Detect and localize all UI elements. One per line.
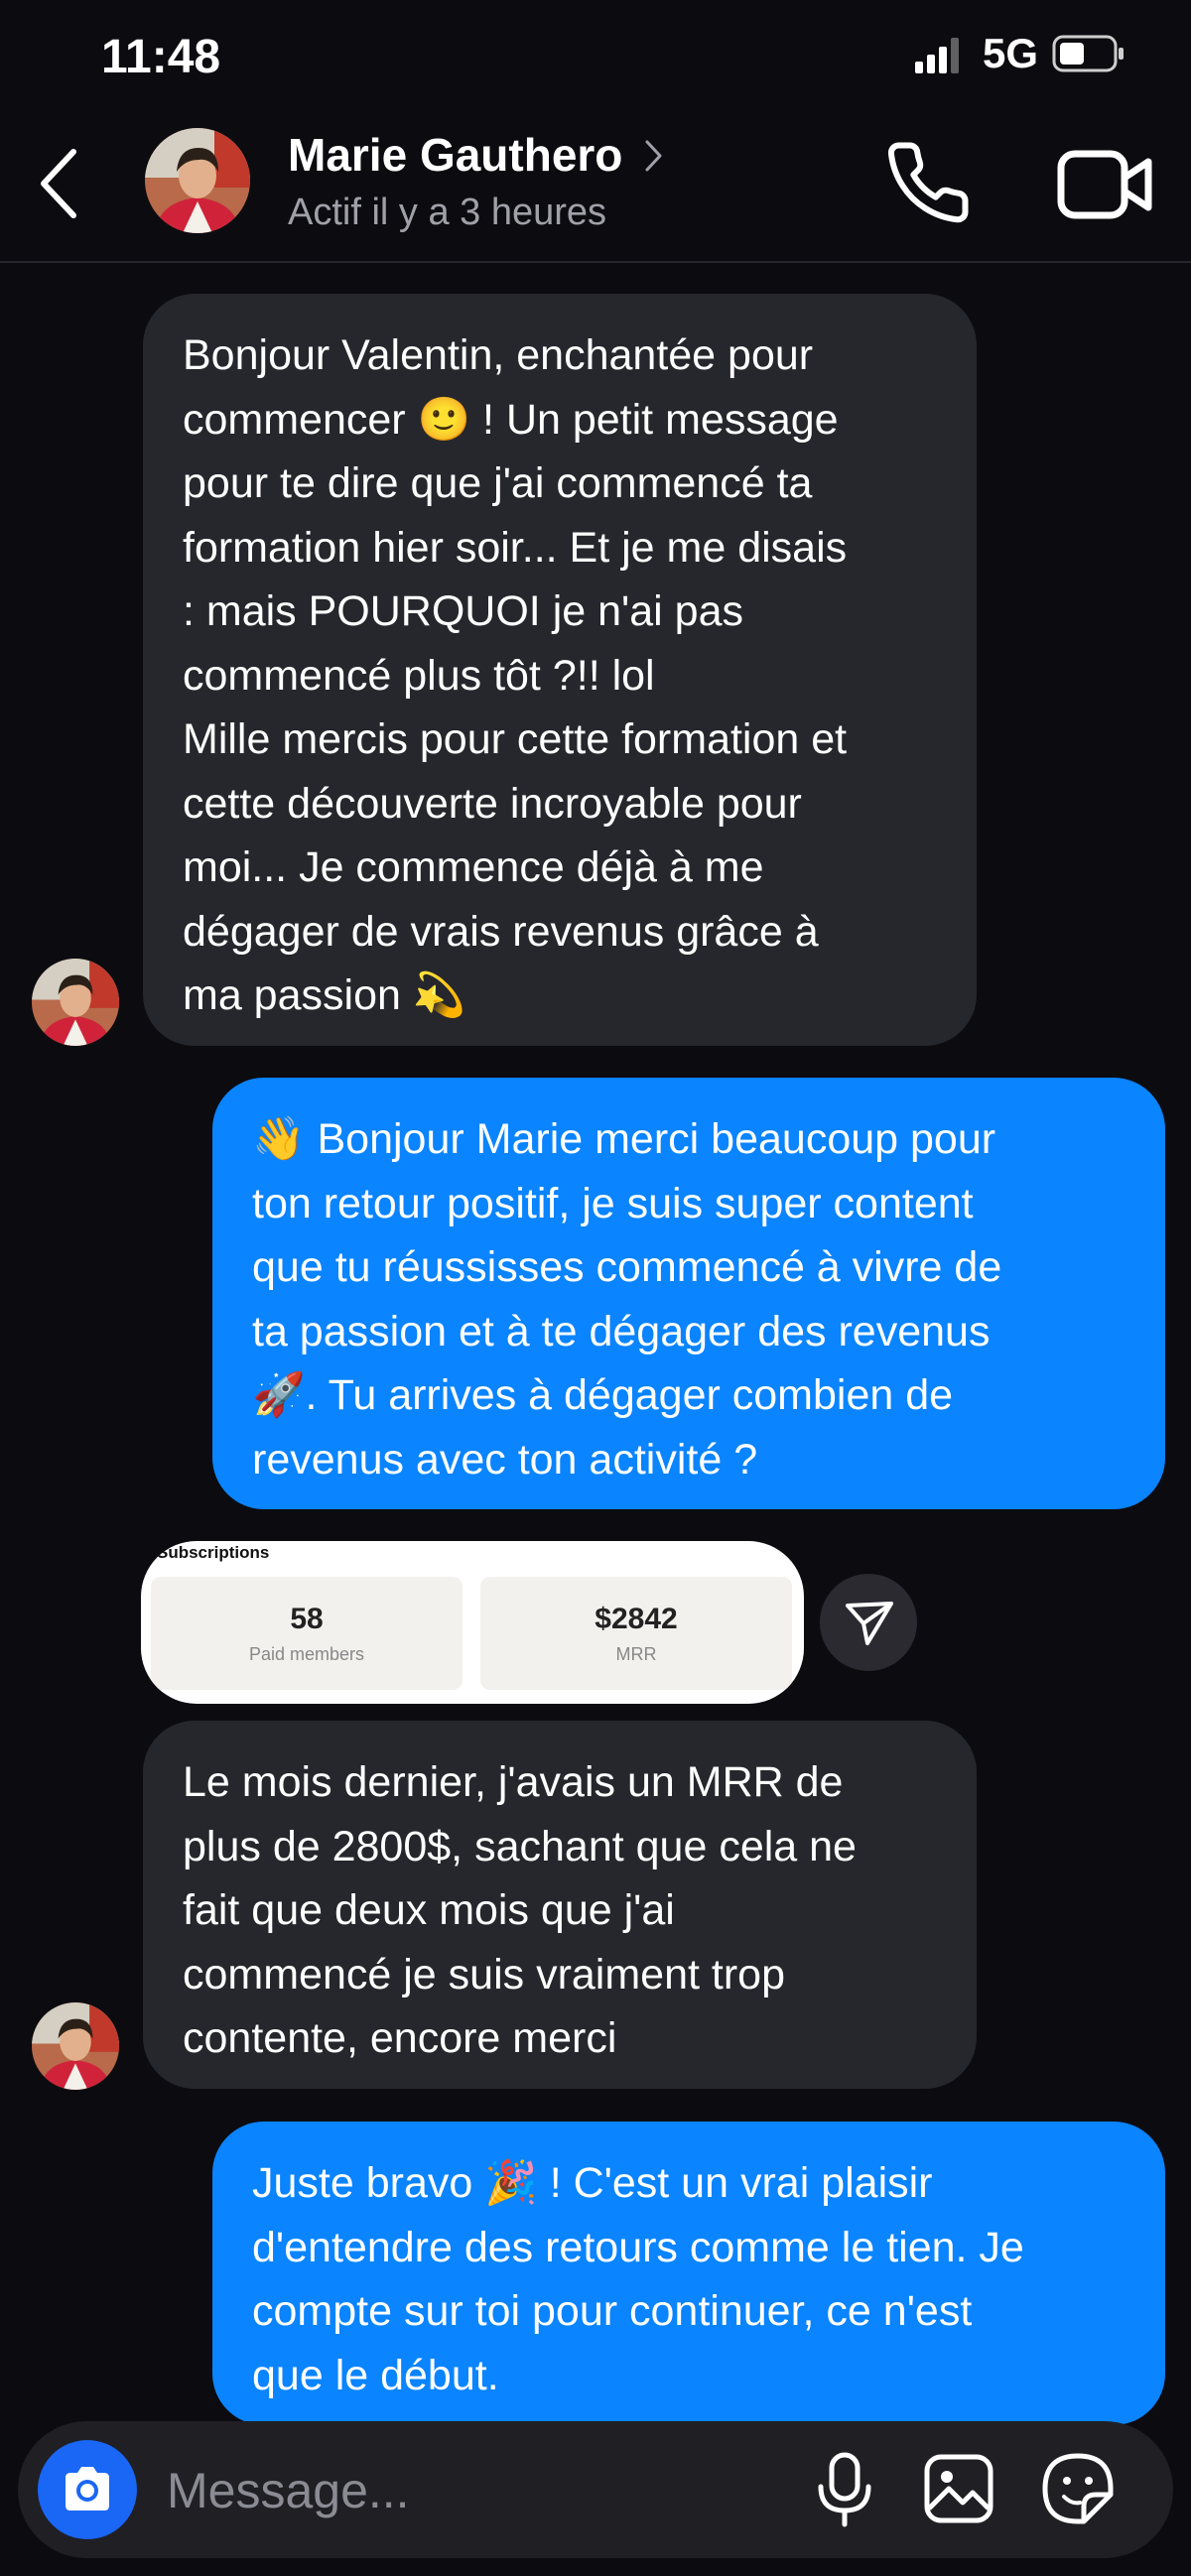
image-gallery-icon[interactable] [923, 2453, 994, 2524]
message-composer [18, 2421, 1173, 2558]
stat-paid-members: 58 Paid members [151, 1577, 463, 1690]
outgoing-message[interactable]: Juste bravo 🎉 ! C'est un vrai plaisir d'… [212, 2122, 1165, 2425]
incoming-message[interactable]: Le mois dernier, j'avais un MRR de plus … [143, 1721, 977, 2089]
sender-avatar[interactable] [32, 2002, 119, 2090]
send-icon[interactable] [820, 1574, 917, 1671]
signal-icon [915, 38, 963, 73]
sender-avatar[interactable] [32, 959, 119, 1046]
chevron-right-icon[interactable] [643, 138, 665, 174]
stat-value: $2842 [595, 1603, 678, 1635]
microphone-icon[interactable] [812, 2451, 877, 2530]
stat-label: MRR [615, 1644, 657, 1664]
stat-mrr: $2842 MRR [480, 1577, 792, 1690]
contact-status: Actif il y a 3 heures [288, 192, 607, 233]
network-label: 5G [983, 30, 1039, 76]
incoming-message[interactable]: Bonjour Valentin, enchantée pour commenc… [143, 294, 977, 1046]
message-input[interactable] [165, 2451, 784, 2530]
back-arrow-icon[interactable] [34, 144, 83, 223]
status-bar: 11:48 5G [0, 0, 1191, 114]
attachment-title: Subscriptions [157, 1543, 270, 1562]
camera-icon[interactable] [38, 2440, 137, 2539]
battery-icon [1052, 34, 1125, 73]
chat-header: Marie Gauthero Actif il y a 3 heures [0, 114, 1191, 263]
status-time: 11:48 [101, 31, 221, 83]
stat-label: Paid members [248, 1644, 365, 1664]
video-camera-icon[interactable] [1056, 142, 1155, 225]
stat-value: 58 [290, 1603, 324, 1635]
image-attachment[interactable]: Subscriptions 58 Paid members $2842 MRR [141, 1541, 804, 1704]
outgoing-message[interactable]: 👋 Bonjour Marie merci beaucoup pour ton … [212, 1078, 1165, 1509]
sticker-icon[interactable] [1040, 2451, 1116, 2526]
phone-icon[interactable] [883, 138, 973, 227]
contact-name[interactable]: Marie Gauthero [288, 128, 622, 182]
contact-avatar[interactable] [145, 128, 250, 233]
